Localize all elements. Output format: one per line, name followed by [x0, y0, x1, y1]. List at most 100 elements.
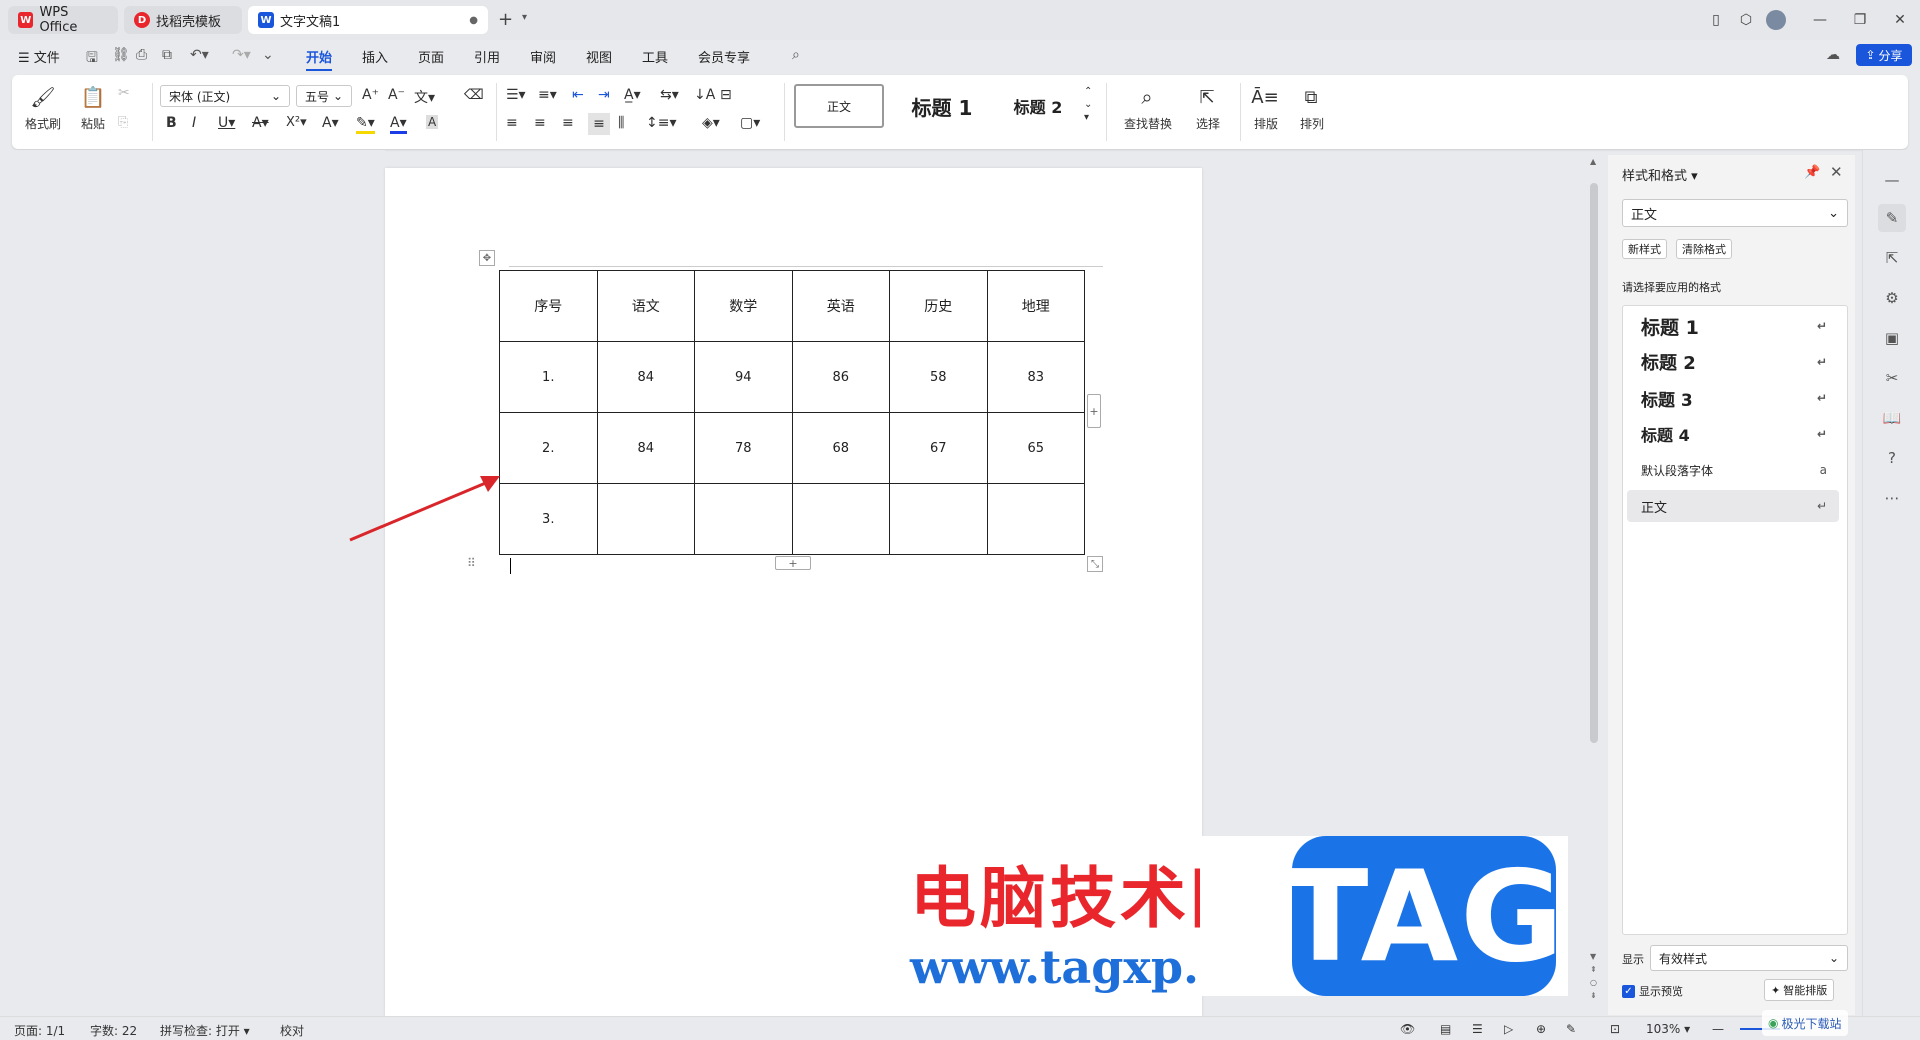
table-cell[interactable]: 83	[986, 341, 1085, 413]
spellcheck-status[interactable]: 拼写检查: 打开 ▾	[160, 1022, 250, 1039]
table-cell[interactable]	[791, 483, 890, 555]
table-cell[interactable]: 78	[694, 412, 793, 484]
menu-page[interactable]: 页面	[418, 47, 444, 66]
table-cell[interactable]	[694, 483, 793, 555]
find-replace-icon[interactable]: ⌕	[1132, 83, 1162, 111]
underline-icon[interactable]: U▾	[218, 115, 235, 131]
table-cell[interactable]: 86	[791, 341, 890, 413]
font-color-icon[interactable]: A▾	[390, 115, 407, 134]
zoom-out-icon[interactable]: —	[1712, 1022, 1724, 1036]
help-icon[interactable]: ?	[1878, 444, 1906, 472]
table-cell[interactable]: 94	[694, 341, 793, 413]
table-header-cell[interactable]: 语文	[596, 270, 695, 342]
menu-tools[interactable]: 工具	[642, 47, 668, 66]
resize-table-icon[interactable]: ⤡	[1087, 556, 1103, 572]
highlight-icon[interactable]: ✎▾	[356, 115, 375, 134]
sort-icon[interactable]: ⇆▾	[660, 87, 679, 103]
collapse-icon[interactable]: —	[1878, 166, 1906, 194]
font-name-select[interactable]: 宋体 (正文) ⌄	[160, 85, 290, 107]
table-cell[interactable]: 1.	[499, 341, 598, 413]
shading-icon[interactable]: ◈▾	[702, 115, 720, 131]
scroll-nav-icons[interactable]: ▼ ⇞ ○ ⇟	[1590, 950, 1597, 1002]
scroll-up-icon[interactable]: ▲	[1590, 157, 1596, 166]
table-cell[interactable]: 58	[889, 341, 988, 413]
border-icon[interactable]: ▢▾	[740, 115, 760, 131]
distributed-icon[interactable]: ⫼	[618, 115, 624, 131]
style-heading1[interactable]: 标题 1	[892, 84, 992, 128]
table-header-cell[interactable]: 数学	[694, 270, 793, 342]
text-direction-icon[interactable]: A̲▾	[624, 87, 641, 103]
tab-modified-dot-icon[interactable]: ●	[469, 15, 478, 26]
arrange-label[interactable]: 排列	[1292, 115, 1332, 132]
paragraph-drag-icon[interactable]: ⠿	[467, 556, 476, 570]
shrink-font-icon[interactable]: A⁻	[388, 87, 405, 103]
search-icon[interactable]: ⌕	[792, 47, 800, 63]
justify-icon[interactable]: ≡	[588, 113, 610, 135]
menu-view[interactable]: 视图	[586, 47, 612, 66]
style-item-default-font[interactable]: 默认段落字体 a	[1627, 454, 1839, 486]
menu-member[interactable]: 会员专享	[698, 47, 750, 66]
table-cell[interactable]	[596, 483, 695, 555]
add-row-button[interactable]: +	[775, 556, 811, 570]
style-item-heading3[interactable]: 标题 3 ↵	[1627, 382, 1839, 414]
style-gallery-scroll-icon[interactable]: ⌃ ⌄ ▾	[1084, 85, 1092, 124]
layout-icon[interactable]: Ā≡	[1250, 83, 1280, 111]
zoom-level[interactable]: 103% ▾	[1646, 1022, 1690, 1036]
table-header-cell[interactable]: 序号	[499, 270, 598, 342]
style-item-heading2[interactable]: 标题 2 ↵	[1627, 346, 1839, 378]
restore-icon[interactable]: ❐	[1846, 8, 1874, 32]
table-header-cell[interactable]: 英语	[791, 270, 890, 342]
redo-icon[interactable]: ↷▾	[232, 47, 251, 63]
style-item-heading1[interactable]: 标题 1 ↵	[1627, 310, 1839, 342]
italic-icon[interactable]: I	[192, 115, 196, 131]
show-filter-select[interactable]: 有效样式 ⌄	[1650, 945, 1848, 971]
format-painter-icon[interactable]: 🖌	[26, 83, 60, 111]
table-cell[interactable]: 2.	[499, 412, 598, 484]
menu-review[interactable]: 审阅	[530, 47, 556, 66]
grow-font-icon[interactable]: A⁺	[362, 87, 379, 103]
text-effect-icon[interactable]: A▾	[322, 115, 339, 131]
table-header-cell[interactable]: 历史	[889, 270, 988, 342]
page-view-icon[interactable]: ▤	[1440, 1022, 1451, 1036]
menu-home[interactable]: 开始	[306, 47, 333, 71]
arrange-icon[interactable]: ⧉	[1296, 83, 1326, 111]
style-normal[interactable]: 正文	[794, 84, 884, 128]
clear-format-button[interactable]: 清除格式	[1676, 239, 1732, 259]
table-cell[interactable]: 68	[791, 412, 890, 484]
phonetic-guide-icon[interactable]: 文▾	[414, 87, 435, 107]
vertical-scrollbar[interactable]: ▲ ▼ ⇞ ○ ⇟	[1587, 155, 1601, 1015]
tab-list-chevron-icon[interactable]: ▾	[522, 12, 527, 23]
format-painter-label[interactable]: 格式刷	[24, 115, 62, 132]
table-move-handle-icon[interactable]: ✥	[479, 250, 495, 266]
print-preview-icon[interactable]: ⧉	[162, 47, 172, 63]
decrease-indent-icon[interactable]: ⇤	[572, 87, 584, 103]
image-edit-icon[interactable]: ▣	[1878, 324, 1906, 352]
table-cell[interactable]	[889, 483, 988, 555]
layout-icon[interactable]: ▯	[1702, 8, 1730, 32]
tools-icon[interactable]: ✂	[1878, 364, 1906, 392]
minimize-icon[interactable]: —	[1806, 8, 1834, 32]
style-pen-icon[interactable]: ✎	[1878, 204, 1906, 232]
az-sort-icon[interactable]: ↓A	[694, 87, 715, 103]
panel-title[interactable]: 样式和格式 ▾	[1622, 165, 1698, 184]
tab-wps-office[interactable]: W WPS Office	[8, 5, 118, 35]
table-cell[interactable]	[986, 483, 1085, 555]
select-label[interactable]: 选择	[1188, 115, 1228, 132]
pen-icon[interactable]: ✎	[1566, 1022, 1576, 1036]
strikethrough-icon[interactable]: A▾	[252, 115, 269, 131]
current-style-select[interactable]: 正文 ⌄	[1622, 199, 1848, 227]
adjust-icon[interactable]: ⚙	[1878, 284, 1906, 312]
play-icon[interactable]: ▷	[1504, 1022, 1513, 1036]
outline-view-icon[interactable]: ☰	[1472, 1022, 1483, 1036]
tab-docer-template[interactable]: D 找稻壳模板	[124, 6, 242, 34]
cut-icon[interactable]: ✂	[118, 85, 130, 101]
avatar[interactable]	[1762, 8, 1790, 32]
layout-label[interactable]: 排版	[1246, 115, 1286, 132]
cube-icon[interactable]: ⬡	[1732, 8, 1760, 32]
table-cell[interactable]: 3.	[499, 483, 598, 555]
line-spacing-icon[interactable]: ↕≡▾	[646, 115, 677, 131]
proofread[interactable]: 校对	[280, 1022, 304, 1039]
style-heading2[interactable]: 标题 2	[998, 84, 1078, 128]
scrollbar-thumb[interactable]	[1590, 183, 1598, 743]
close-panel-icon[interactable]: ✕	[1830, 163, 1843, 181]
